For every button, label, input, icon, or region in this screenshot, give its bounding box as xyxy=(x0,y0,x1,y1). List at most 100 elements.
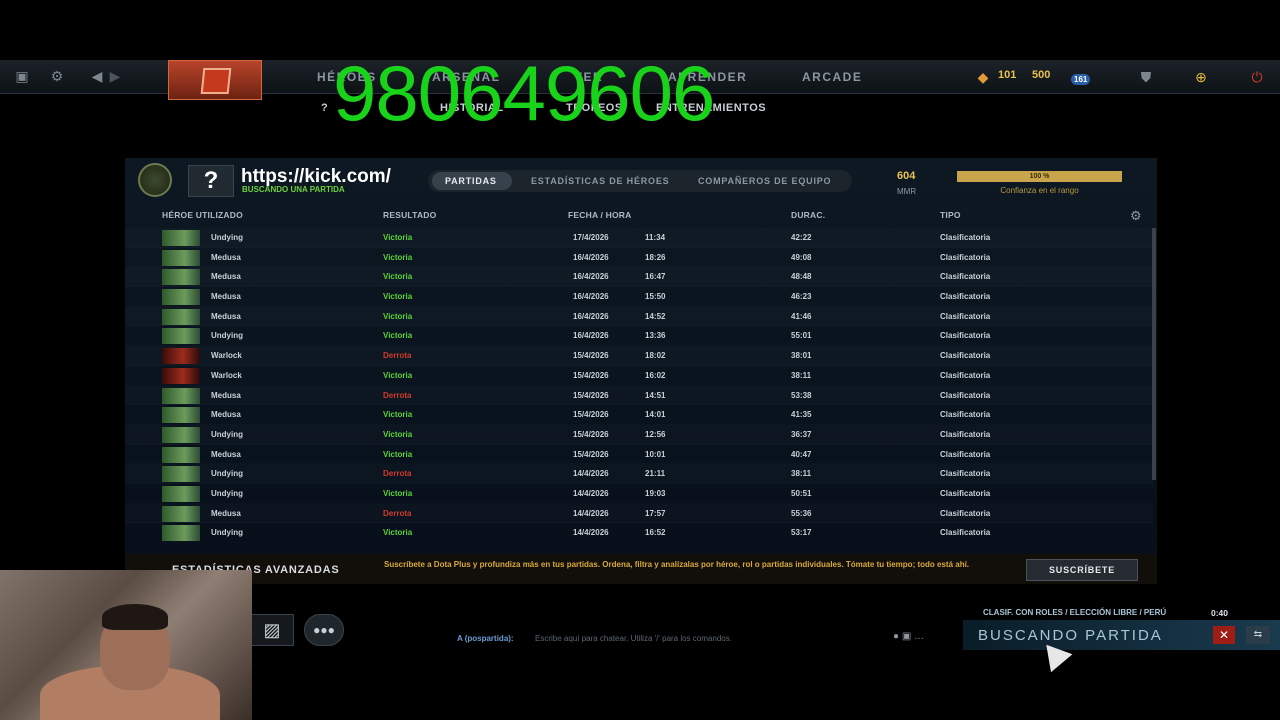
confidence-bar: 100 % xyxy=(957,171,1122,182)
match-type: Clasificatoria xyxy=(940,233,991,242)
confidence-label: Confianza en el rango xyxy=(1000,186,1079,195)
table-settings-gear-icon[interactable]: ⚙ xyxy=(1130,208,1142,224)
hero-portrait xyxy=(162,289,200,306)
help-button[interactable]: ? xyxy=(321,102,328,114)
table-row[interactable]: Medusa Derrota 15/4/2026 14:51 53:38 Clasific… xyxy=(125,386,1153,406)
match-type: Clasificatoria xyxy=(940,370,991,380)
col-hero[interactable]: HÉROE UTILIZADO xyxy=(162,210,243,220)
tab-hero-stats[interactable]: ESTADÍSTICAS DE HÉROES xyxy=(531,176,669,186)
back-icon[interactable]: ◀ xyxy=(88,67,106,85)
match-type: Clasificatoria xyxy=(940,272,991,282)
match-date: 16/4/2026 xyxy=(573,252,609,262)
subscribe-button[interactable]: SUSCRÍBETE xyxy=(1026,559,1138,581)
match-duration: 36:37 xyxy=(791,429,812,439)
col-type[interactable]: TIPO xyxy=(940,210,961,220)
table-row[interactable]: Warlock Victoria 15/4/2026 16:02 38:11 Clasif… xyxy=(125,366,1153,386)
hero-name: Undying xyxy=(211,429,243,439)
hero-name: Medusa xyxy=(211,508,241,518)
match-time: 19:03 xyxy=(645,488,666,498)
match-type: Clasificatoria xyxy=(940,429,991,439)
match-duration: 49:08 xyxy=(791,252,812,262)
chat-input[interactable]: Escribe aquí para chatear. Utiliza '/' p… xyxy=(535,634,732,643)
table-row[interactable]: Medusa Victoria 16/4/2026 14:52 41:46 Clasifi… xyxy=(125,307,1153,327)
plus-icon[interactable]: ⊕ xyxy=(1192,68,1210,86)
level-badge[interactable]: 161 xyxy=(1071,74,1091,85)
match-duration: 41:46 xyxy=(791,311,812,321)
confidence-value: 100 % xyxy=(1029,173,1050,180)
match-date: 14/4/2026 xyxy=(573,469,609,479)
match-list: Undying Victoria 17/4/2026 11:34 42:22 Clasif… xyxy=(125,228,1153,543)
forward-icon[interactable]: ▶ xyxy=(106,67,124,85)
result: Victoria xyxy=(383,233,413,242)
scrollbar[interactable] xyxy=(1152,228,1156,480)
table-row[interactable]: Undying Victoria 16/4/2026 13:36 55:01 Clasif… xyxy=(125,326,1153,346)
match-type: Clasificatoria xyxy=(940,252,991,262)
col-result[interactable]: RESULTADO xyxy=(383,210,436,220)
tokens-count: 500 xyxy=(1032,69,1051,81)
match-type: Clasificatoria xyxy=(940,292,991,302)
table-row[interactable]: Undying Victoria 14/4/2026 16:52 53:17 Clasif… xyxy=(125,523,1153,543)
phone-overlay: 980649606 xyxy=(333,49,715,137)
tab-matches[interactable]: PARTIDAS xyxy=(445,176,497,186)
col-duration[interactable]: DURAC. xyxy=(791,210,825,220)
hero-portrait xyxy=(162,387,200,404)
col-date[interactable]: FECHA / HORA xyxy=(568,210,631,220)
match-type: Clasificatoria xyxy=(940,410,991,420)
result: Victoria xyxy=(383,252,413,262)
result: Victoria xyxy=(383,292,413,302)
result: Derrota xyxy=(383,508,412,518)
table-row[interactable]: Undying Derrota 14/4/2026 21:11 38:11 Clasifi… xyxy=(125,464,1153,484)
result: Victoria xyxy=(383,429,413,439)
match-type: Clasificatoria xyxy=(940,311,991,321)
chat-channel-label: A (pospartida): xyxy=(457,634,514,643)
match-type: Clasificatoria xyxy=(940,469,991,479)
table-row[interactable]: Medusa Victoria 15/4/2026 14:01 41:35 Clasifi… xyxy=(125,405,1153,425)
hero-name: Undying xyxy=(211,528,243,538)
match-duration: 38:11 xyxy=(791,370,812,380)
table-row[interactable]: Medusa Victoria 15/4/2026 10:01 40:47 Clasifi… xyxy=(125,445,1153,465)
cancel-search-close-icon[interactable]: ✕ xyxy=(1213,626,1235,644)
match-time: 18:02 xyxy=(645,351,666,361)
armory-icon[interactable]: ⛊ xyxy=(1137,68,1155,86)
searching-label: BUSCANDO PARTIDA xyxy=(978,627,1163,644)
hero-name: Undying xyxy=(211,331,243,341)
match-type: Clasificatoria xyxy=(940,528,991,538)
table-row[interactable]: Medusa Victoria 16/4/2026 18:26 49:08 Clasifi… xyxy=(125,248,1153,268)
hero-portrait xyxy=(162,308,200,325)
table-row[interactable]: Medusa Derrota 14/4/2026 17:57 55:36 Clasific… xyxy=(125,504,1153,524)
match-date: 16/4/2026 xyxy=(573,292,609,302)
hero-portrait xyxy=(162,485,200,502)
party-icon[interactable]: ●●● xyxy=(304,614,344,646)
match-time: 14:01 xyxy=(645,410,666,420)
spectate-icon[interactable]: ▨ xyxy=(250,614,294,646)
queue-options-icon[interactable]: ⇆ xyxy=(1246,626,1270,644)
avatar[interactable]: ? xyxy=(188,165,234,197)
queue-timer: 0:40 xyxy=(1211,608,1229,618)
tab-teammates[interactable]: COMPAÑEROS DE EQUIPO xyxy=(698,176,831,186)
table-row[interactable]: Medusa Victoria 16/4/2026 15:50 46:23 Clasifi… xyxy=(125,287,1153,307)
hero-name: Medusa xyxy=(211,449,241,459)
match-duration: 50:51 xyxy=(791,488,812,498)
result: Derrota xyxy=(383,390,412,400)
table-row[interactable]: Medusa Victoria 16/4/2026 16:47 48:48 Clasifi… xyxy=(125,267,1153,287)
hero-portrait xyxy=(162,505,200,522)
hero-portrait xyxy=(162,348,200,365)
table-row[interactable]: Undying Victoria 17/4/2026 11:34 42:22 Clasif… xyxy=(125,228,1153,248)
gear-icon[interactable]: ⚙ xyxy=(48,67,66,85)
table-row[interactable]: Warlock Derrota 15/4/2026 18:02 38:01 Clasifi… xyxy=(125,346,1153,366)
result: Victoria xyxy=(383,488,413,498)
screenshot-icon[interactable]: ▣ xyxy=(13,67,31,85)
hero-portrait xyxy=(162,426,200,443)
table-row[interactable]: Undying Victoria 15/4/2026 12:56 36:37 Clasif… xyxy=(125,425,1153,445)
result: Victoria xyxy=(383,272,413,282)
nav-arcade[interactable]: ARCADE xyxy=(802,70,862,84)
dota-logo[interactable] xyxy=(168,60,262,100)
chat-options-icon[interactable]: ● ▣ … xyxy=(893,631,924,642)
result: Victoria xyxy=(383,528,413,538)
hero-portrait xyxy=(162,230,200,246)
result: Victoria xyxy=(383,331,413,341)
table-row[interactable]: Undying Victoria 14/4/2026 19:03 50:51 Clasif… xyxy=(125,484,1153,504)
power-icon[interactable]: ⏻ xyxy=(1248,68,1266,86)
match-date: 14/4/2026 xyxy=(573,508,609,518)
match-date: 15/4/2026 xyxy=(573,410,609,420)
